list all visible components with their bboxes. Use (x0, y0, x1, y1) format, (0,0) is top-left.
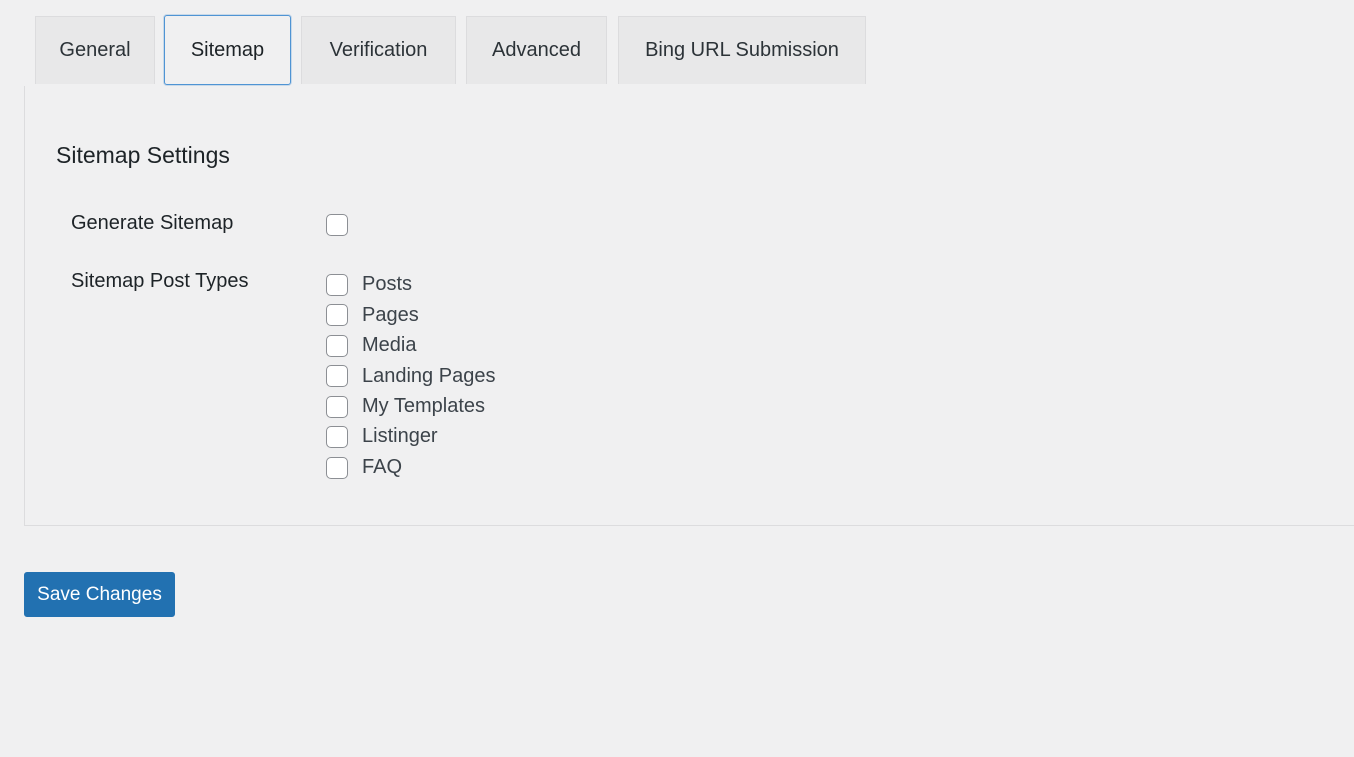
generate-sitemap-label: Generate Sitemap (71, 212, 234, 234)
tab-advanced[interactable]: Advanced (466, 16, 607, 84)
post-type-pages-checkbox[interactable] (326, 304, 348, 326)
post-type-posts-checkbox[interactable] (326, 274, 348, 296)
tab-sitemap[interactable]: Sitemap (164, 15, 291, 85)
tab-bing-url-submission[interactable]: Bing URL Submission (618, 16, 866, 84)
post-type-my-templates-label: My Templates (362, 395, 486, 417)
post-type-faq-label: FAQ (362, 456, 403, 478)
tab-general[interactable]: General (35, 16, 155, 84)
post-type-pages-label: Pages (362, 304, 419, 326)
save-changes-button[interactable]: Save Changes (24, 572, 175, 617)
post-type-media-label: Media (362, 334, 417, 356)
post-type-posts-label: Posts (362, 273, 413, 295)
post-type-media-checkbox[interactable] (326, 335, 348, 357)
settings-panel: Sitemap Settings Generate Sitemap Sitema… (24, 86, 1354, 526)
post-type-listinger-label: Listinger (362, 425, 438, 447)
post-type-landing-pages-label: Landing Pages (362, 365, 496, 387)
post-type-landing-pages-checkbox[interactable] (326, 365, 348, 387)
sitemap-post-types-label: Sitemap Post Types (71, 270, 249, 292)
section-title: Sitemap Settings (56, 142, 230, 168)
tab-verification[interactable]: Verification (301, 16, 456, 84)
settings-tabs: General Sitemap Verification Advanced Bi… (24, 15, 1354, 87)
post-type-my-templates-checkbox[interactable] (326, 396, 348, 418)
post-type-faq-checkbox[interactable] (326, 457, 348, 479)
generate-sitemap-checkbox[interactable] (326, 214, 348, 236)
post-type-listinger-checkbox[interactable] (326, 426, 348, 448)
